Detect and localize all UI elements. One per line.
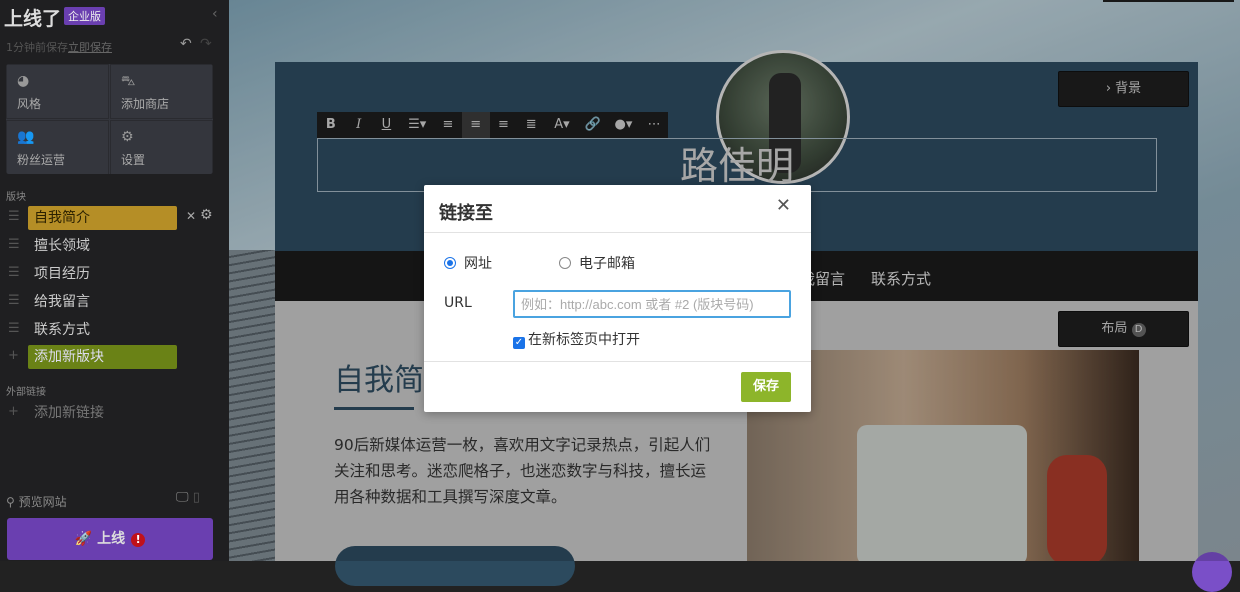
- new-tab-checkbox[interactable]: ✓ 在新标签页中打开: [513, 329, 640, 349]
- block-settings-icon[interactable]: ⚙: [200, 207, 213, 223]
- preview-label: 预览网站: [18, 495, 67, 509]
- drag-handle-icon[interactable]: ☰: [8, 237, 20, 252]
- edition-badge: 企业版: [64, 7, 105, 25]
- links-title: 外部链接: [6, 387, 46, 398]
- palette-icon: ◕: [17, 73, 30, 89]
- shop-bag-icon: ⛍: [121, 73, 136, 89]
- collapse-sidebar-icon[interactable]: ‹: [212, 6, 218, 22]
- drag-handle-icon[interactable]: ☰: [8, 293, 20, 308]
- block-item[interactable]: ☰ 给我留言: [0, 290, 229, 314]
- tile-style[interactable]: ◕ 风格: [6, 64, 109, 119]
- drag-handle-icon[interactable]: ☰: [8, 265, 20, 280]
- users-icon: 👥: [17, 129, 35, 145]
- url-label: URL: [444, 295, 472, 311]
- block-item[interactable]: ☰ 联系方式: [0, 318, 229, 342]
- go-live-button[interactable]: 🚀 上线!: [7, 518, 213, 560]
- tool-tiles: ◕ 风格 ⛍ 添加商店 👥 粉丝运营 ⚙ 设置: [6, 64, 213, 174]
- block-item[interactable]: ☰ 擅长领域: [0, 234, 229, 258]
- tile-label: 添加商店: [121, 97, 170, 111]
- tile-add-shop[interactable]: ⛍ 添加商店: [110, 64, 213, 119]
- gear-icon: ⚙: [121, 129, 134, 145]
- divider: [424, 361, 811, 362]
- go-live-label: 上线: [97, 531, 126, 547]
- radio-label: 网址: [464, 256, 492, 272]
- drag-handle-icon[interactable]: ☰: [8, 209, 20, 224]
- delete-block-icon[interactable]: ✕: [186, 209, 196, 223]
- plus-icon: +: [8, 348, 19, 363]
- add-block-label[interactable]: 添加新版块: [28, 345, 177, 369]
- radio-email[interactable]: 电子邮箱: [559, 253, 635, 273]
- block-label[interactable]: 联系方式: [28, 318, 177, 342]
- dialog-title: 链接至: [439, 203, 493, 224]
- save-status: 1分钟前保存立即保存: [6, 39, 112, 55]
- desktop-icon[interactable]: 🖵: [176, 490, 189, 505]
- warning-icon: !: [131, 533, 146, 547]
- tile-label: 设置: [121, 153, 146, 167]
- tile-settings[interactable]: ⚙ 设置: [110, 120, 213, 174]
- mobile-icon[interactable]: ▯: [193, 490, 200, 505]
- plus-icon: +: [8, 404, 19, 419]
- blocks-title: 版块: [6, 192, 26, 203]
- editor-sidebar: 上线了 企业版 ‹ 1分钟前保存立即保存 ↶ ↷ ◕ 风格 ⛍ 添加商店 👥 粉丝运营…: [0, 0, 229, 561]
- radio-unchecked[interactable]: [559, 257, 571, 269]
- block-label[interactable]: 自我简介: [28, 206, 177, 230]
- tile-label: 风格: [17, 97, 42, 111]
- undo-icon[interactable]: ↶: [180, 36, 192, 52]
- search-icon: ⚲: [6, 495, 19, 509]
- redo-icon[interactable]: ↷: [200, 36, 212, 52]
- checkbox-checked-icon[interactable]: ✓: [513, 337, 525, 349]
- link-dialog: 链接至 ✕ 网址 电子邮箱 URL ✓在新标签页中打开 保存: [424, 185, 811, 412]
- radio-url[interactable]: 网址: [444, 253, 492, 273]
- save-now-link[interactable]: 立即保存: [68, 41, 112, 54]
- block-label[interactable]: 项目经历: [28, 262, 177, 286]
- block-label[interactable]: 擅长领域: [28, 234, 177, 258]
- block-label[interactable]: 给我留言: [28, 290, 177, 314]
- radio-label: 电子邮箱: [579, 256, 635, 272]
- add-block-button[interactable]: + 添加新版块: [0, 345, 229, 369]
- logo: 上线了: [4, 8, 62, 30]
- device-toggle: 🖵 ▯: [176, 490, 200, 505]
- radio-checked[interactable]: [444, 257, 456, 269]
- drag-handle-icon[interactable]: ☰: [8, 321, 20, 336]
- block-item[interactable]: ☰ 自我简介 ✕ ⚙: [0, 206, 229, 230]
- tile-fans[interactable]: 👥 粉丝运营: [6, 120, 109, 174]
- save-status-text: 1分钟前保存: [6, 41, 68, 54]
- close-icon[interactable]: ✕: [776, 195, 791, 216]
- divider: [424, 232, 811, 233]
- add-link-button[interactable]: + 添加新链接: [0, 401, 229, 425]
- tile-label: 粉丝运营: [17, 153, 66, 167]
- add-link-label[interactable]: 添加新链接: [28, 401, 177, 425]
- url-input[interactable]: [513, 290, 791, 318]
- checkbox-label: 在新标签页中打开: [528, 332, 640, 348]
- rocket-icon: 🚀: [74, 531, 98, 547]
- preview-site-link[interactable]: ⚲ 预览网站: [6, 493, 67, 510]
- save-button[interactable]: 保存: [741, 372, 791, 402]
- block-item[interactable]: ☰ 项目经历: [0, 262, 229, 286]
